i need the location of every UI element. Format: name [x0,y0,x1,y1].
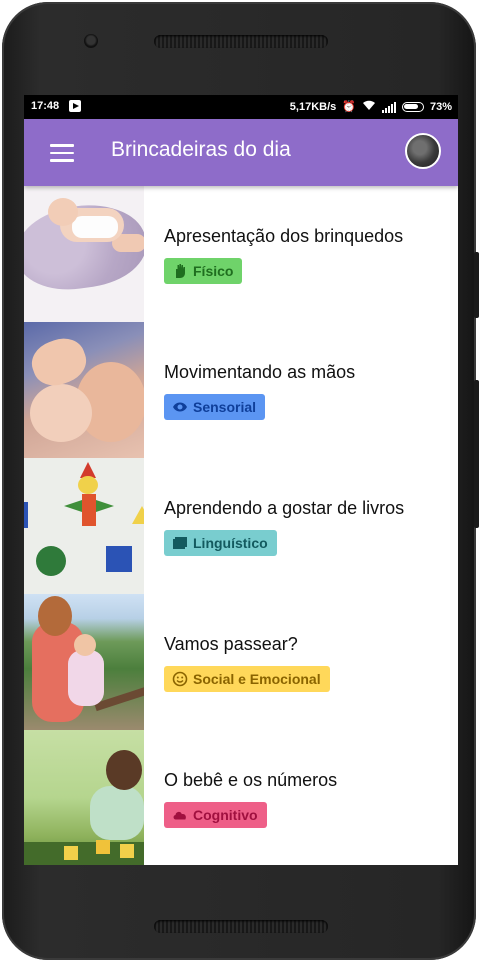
badge-label: Social e Emocional [193,671,321,687]
avatar[interactable] [405,133,441,169]
eye-icon [172,399,188,415]
activity-list: Apresentação dos brinquedos Físico Movim… [24,186,458,865]
activity-thumbnail [24,594,144,730]
list-item[interactable]: O bebê e os números Cognitivo [24,730,458,865]
battery-icon [401,102,424,112]
app-bar: Brincadeiras do dia [24,119,458,186]
activity-title: O bebê e os números [164,770,338,790]
earpiece-speaker [154,35,328,48]
wifi-icon [362,100,376,114]
status-bar: 17:48 5,17KB/s ⏰ 73% [24,95,458,119]
activity-title: Movimentando as mãos [164,362,356,382]
status-time: 17:48 [31,100,60,112]
signal-icon [381,101,396,113]
category-badge: Linguístico [164,530,277,556]
front-camera [84,34,98,48]
activity-thumbnail [24,322,144,458]
category-badge: Social e Emocional [164,666,330,692]
phone-frame: 17:48 5,17KB/s ⏰ 73% Brincadeiras do dia [2,2,476,960]
badge-label: Sensorial [193,399,257,415]
volume-button [474,252,479,318]
badge-label: Linguístico [193,535,268,551]
activity-title: Vamos passear? [164,634,298,654]
activity-title: Aprendendo a gostar de livros [164,498,405,518]
page-title: Brincadeiras do dia [111,138,291,161]
hamburger-menu-icon[interactable] [50,141,74,163]
activity-thumbnail [24,458,144,594]
hand-icon [172,263,188,279]
activity-title: Apresentação dos brinquedos [164,226,404,246]
battery-percent: 73% [429,101,452,113]
list-item[interactable]: Movimentando as mãos Sensorial [24,322,458,458]
list-item[interactable]: Apresentação dos brinquedos Físico [24,186,458,322]
category-badge: Cognitivo [164,802,267,828]
cloud-icon [172,807,188,823]
bottom-speaker [154,920,328,933]
category-badge: Físico [164,258,243,284]
alarm-icon: ⏰ [342,101,356,113]
activity-thumbnail [24,186,144,322]
list-item[interactable]: Aprendendo a gostar de livros Linguístic… [24,458,458,594]
badge-label: Cognitivo [193,807,258,823]
badge-label: Físico [193,263,234,279]
category-badge: Sensorial [164,394,266,420]
network-speed: 5,17KB/s [289,101,337,113]
list-item[interactable]: Vamos passear? Social e Emocional [24,594,458,730]
activity-thumbnail [24,730,144,865]
status-right-group: 5,17KB/s ⏰ 73% [290,100,452,114]
play-store-notification-icon [69,100,81,112]
power-button [474,380,479,528]
screen: 17:48 5,17KB/s ⏰ 73% Brincadeiras do dia [24,95,458,865]
book-icon [172,535,188,551]
smiley-icon [172,671,188,687]
